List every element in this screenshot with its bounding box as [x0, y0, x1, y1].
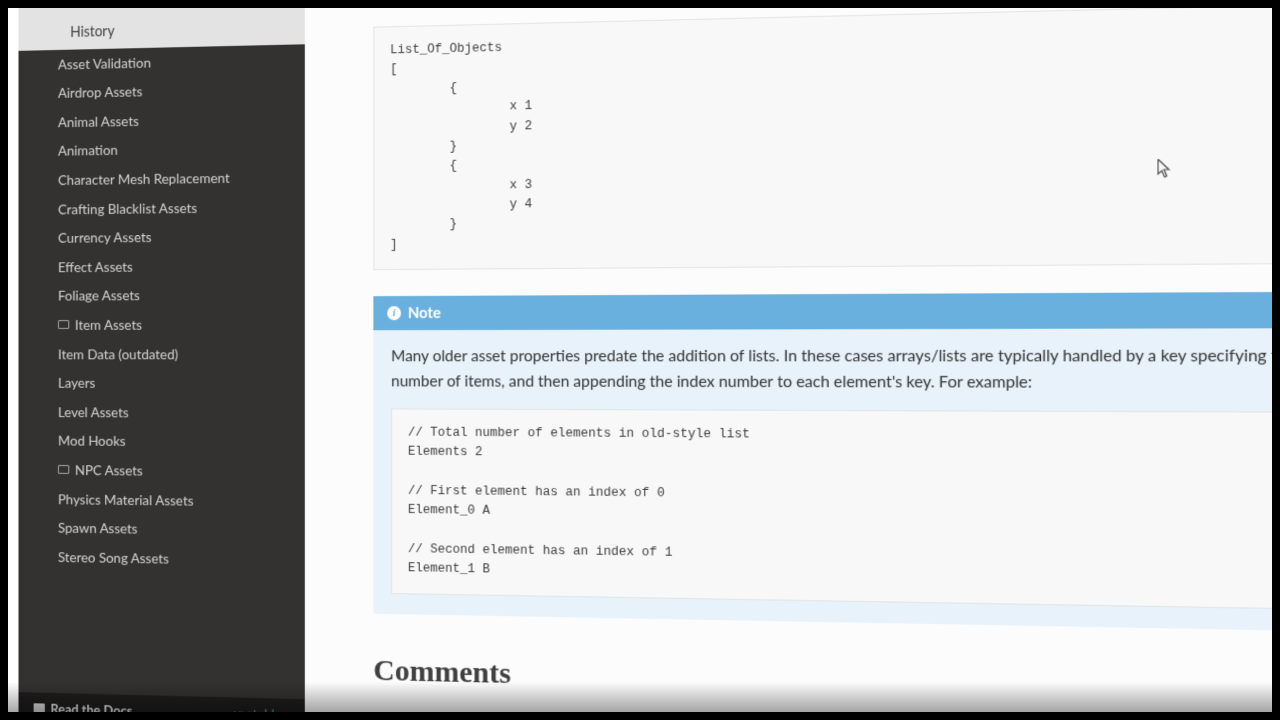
sidebar-item-label: Item Assets: [75, 316, 142, 333]
code-example-1: List_Of_Objects [ { x 1 y 2 } { x 3 y 4 …: [373, 8, 1272, 270]
sidebar-item-foliage-assets[interactable]: Foliage Assets: [19, 280, 305, 311]
sidebar-item-character-mesh[interactable]: Character Mesh Replacement: [19, 162, 305, 195]
sidebar-item-npc-assets[interactable]: NPC Assets: [19, 455, 305, 487]
code-example-2: // Total number of elements in old-style…: [391, 408, 1272, 609]
note-box: i Note Many older asset properties preda…: [373, 292, 1272, 631]
note-body: Many older asset properties predate the …: [373, 328, 1272, 631]
sidebar-item-layers[interactable]: Layers: [19, 368, 305, 398]
note-title-text: Note: [408, 304, 441, 322]
folder-icon: [58, 465, 69, 474]
sidebar-item-mod-hooks[interactable]: Mod Hooks: [19, 426, 305, 457]
sidebar: Color History Asset Validation Airdrop A…: [19, 8, 305, 712]
readthedocs-title: Read the Docs: [50, 701, 132, 712]
sidebar-item-label: NPC Assets: [75, 461, 143, 478]
sidebar-item-stereo-song[interactable]: Stereo Song Assets: [19, 542, 305, 575]
readthedocs-header[interactable]: Read the Docs v: stable: [32, 698, 295, 712]
main-content: Lists can also contain dictionaries as s…: [305, 8, 1272, 712]
note-body-text: Many older asset properties predate the …: [391, 343, 1272, 396]
version-selector[interactable]: v: stable: [234, 705, 294, 712]
sidebar-item-animal-assets[interactable]: Animal Assets: [19, 103, 305, 137]
readthedocs-panel: Read the Docs v: stable Versions latest …: [19, 692, 305, 712]
info-icon: i: [387, 306, 401, 320]
sidebar-item-item-assets[interactable]: Item Assets: [19, 309, 305, 339]
book-icon: [34, 703, 45, 712]
sidebar-item-effect-assets[interactable]: Effect Assets: [19, 250, 305, 281]
sidebar-item-crafting-blacklist[interactable]: Crafting Blacklist Assets: [19, 191, 305, 223]
note-title-bar: i Note: [373, 292, 1272, 330]
comments-heading: Comments: [373, 654, 1272, 711]
sidebar-item-currency-assets[interactable]: Currency Assets: [19, 221, 305, 253]
sidebar-item-physics-material[interactable]: Physics Material Assets: [19, 484, 305, 516]
sidebar-item-level-assets[interactable]: Level Assets: [19, 397, 305, 427]
sidebar-item-animation[interactable]: Animation: [19, 132, 305, 166]
sidebar-main-section: Asset Validation Airdrop Assets Animal A…: [19, 44, 305, 575]
sidebar-item-spawn-assets[interactable]: Spawn Assets: [19, 513, 305, 546]
folder-icon: [58, 320, 69, 329]
sidebar-item-item-data[interactable]: Item Data (outdated): [19, 339, 305, 369]
